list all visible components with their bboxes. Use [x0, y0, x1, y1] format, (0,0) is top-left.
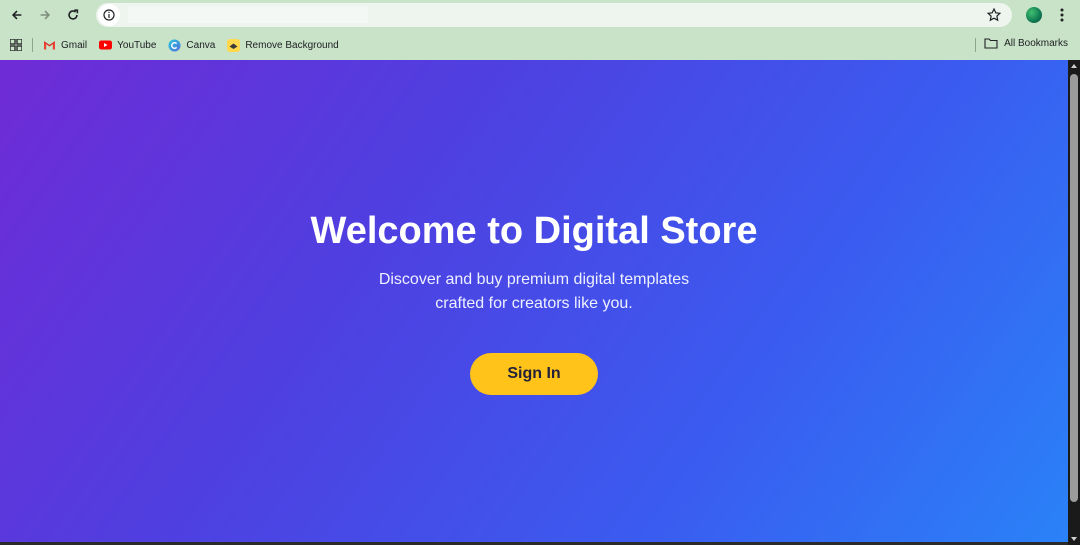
browser-toolbar — [0, 0, 1080, 30]
bookmarks-divider — [32, 38, 33, 52]
bookmark-canva[interactable]: Canva — [168, 39, 215, 52]
arrow-left-icon — [11, 10, 22, 20]
remove-bg-icon — [227, 38, 241, 52]
hero-subtitle: Discover and buy premium digital templat… — [334, 268, 734, 316]
scroll-thumb[interactable] — [1070, 74, 1078, 502]
hero-subtitle-line-1: Discover and buy premium digital templat… — [378, 271, 690, 288]
scroll-up-arrow-icon[interactable] — [1070, 62, 1078, 70]
youtube-icon — [99, 39, 113, 52]
site-info-icon[interactable] — [98, 4, 120, 26]
bookmark-star-icon[interactable] — [986, 7, 1002, 23]
more-menu-icon[interactable] — [1055, 7, 1069, 23]
scroll-down-arrow-icon[interactable] — [1070, 535, 1078, 543]
reload-icon — [68, 9, 79, 20]
bookmarks-right-divider — [975, 38, 976, 52]
reload-button[interactable] — [62, 4, 84, 26]
sign-in-button[interactable]: Sign In — [470, 353, 598, 395]
hero-subtitle-line-2: crafted for creators like you. — [435, 295, 633, 312]
bookmark-label: YouTube — [117, 39, 157, 51]
profile-avatar[interactable] — [1026, 7, 1042, 23]
apps-grid-icon[interactable] — [10, 39, 22, 51]
bookmarks-bar: Gmail YouTube Canva Remove Background Al… — [0, 30, 1080, 60]
address-bar[interactable] — [96, 3, 1012, 27]
all-bookmarks-button[interactable]: All Bookmarks — [984, 38, 1068, 49]
forward-button[interactable] — [34, 4, 56, 26]
page-viewport: Welcome to Digital Store Discover and bu… — [0, 60, 1068, 545]
arrow-right-icon — [40, 10, 51, 20]
all-bookmarks-label: All Bookmarks — [1004, 38, 1068, 49]
url-text[interactable] — [128, 7, 368, 23]
bookmark-label: Gmail — [61, 39, 88, 51]
back-button[interactable] — [6, 4, 28, 26]
bookmark-gmail[interactable]: Gmail — [43, 39, 87, 52]
bookmark-remove-background[interactable]: Remove Background — [227, 38, 339, 52]
folder-icon — [984, 38, 998, 49]
bookmark-label: Remove Background — [245, 39, 339, 51]
bookmark-label: Canva — [186, 39, 216, 51]
gmail-icon — [43, 39, 56, 52]
canva-icon — [168, 39, 181, 52]
hero-title: Welcome to Digital Store — [310, 210, 758, 252]
bookmark-youtube[interactable]: YouTube — [99, 39, 156, 52]
page-scrollbar[interactable] — [1068, 60, 1080, 545]
